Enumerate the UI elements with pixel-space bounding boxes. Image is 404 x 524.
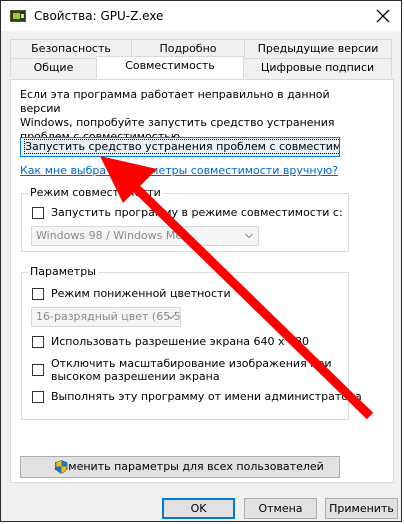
tab-compatibility[interactable]: Совместимость <box>96 56 244 79</box>
tab-digital-signatures[interactable]: Цифровые подписи <box>243 58 392 77</box>
reduced-color-label: Режим пониженной цветности <box>51 287 231 300</box>
gpu-z-app-icon <box>10 10 26 22</box>
params-group-title: Параметры <box>28 265 98 278</box>
resolution-640-label: Использовать разрешение экрана 640 x 480 <box>51 335 309 348</box>
compat-mode-group-title: Режим совместимости <box>28 186 163 199</box>
color-depth-select[interactable]: 16-разрядный цвет (65 536) <box>31 307 181 327</box>
chevron-down-icon <box>167 314 175 320</box>
reduced-color-checkbox[interactable] <box>32 288 44 300</box>
compat-mode-checkbox[interactable] <box>32 207 44 219</box>
ok-button[interactable]: OK <box>162 498 235 519</box>
tab-strip: Безопасность Подробно Предыдущие версии … <box>10 39 392 80</box>
close-icon[interactable] <box>373 6 393 26</box>
intro-text: Если эта программа работает неправильно … <box>20 88 335 143</box>
run-as-admin-label: Выполнять эту программу от имени админис… <box>51 390 362 403</box>
cancel-button[interactable]: Отмена <box>244 498 317 519</box>
compat-mode-checkbox-label: Запустить программу в режиме совместимос… <box>51 206 343 219</box>
manual-settings-link[interactable]: Как мне выбрать параметры совместимости … <box>20 164 338 177</box>
run-as-admin-checkbox[interactable] <box>32 391 44 403</box>
disable-dpi-scaling-checkbox[interactable] <box>32 364 44 376</box>
shield-icon <box>55 460 68 474</box>
window-title: Свойства: GPU-Z.exe <box>34 9 164 23</box>
disable-dpi-scaling-label: Отключить масштабирование изображения пр… <box>51 357 332 383</box>
properties-window: Свойства: GPU-Z.exe Безопасность Подробн… <box>0 0 402 522</box>
os-version-select[interactable]: Windows 98 / Windows Me <box>31 226 259 246</box>
chevron-down-icon <box>245 233 253 239</box>
change-settings-all-users-button[interactable]: Изменить параметры для всех пользователе… <box>20 456 340 478</box>
apply-button[interactable]: Применить <box>325 498 398 519</box>
run-troubleshooter-button[interactable]: Запустить средство устранения проблем с … <box>20 137 340 157</box>
tab-previous-versions[interactable]: Предыдущие версии <box>244 39 392 58</box>
resolution-640-checkbox[interactable] <box>32 336 44 348</box>
tab-general[interactable]: Общие <box>10 58 97 77</box>
title-bar: Свойства: GPU-Z.exe <box>1 1 401 31</box>
